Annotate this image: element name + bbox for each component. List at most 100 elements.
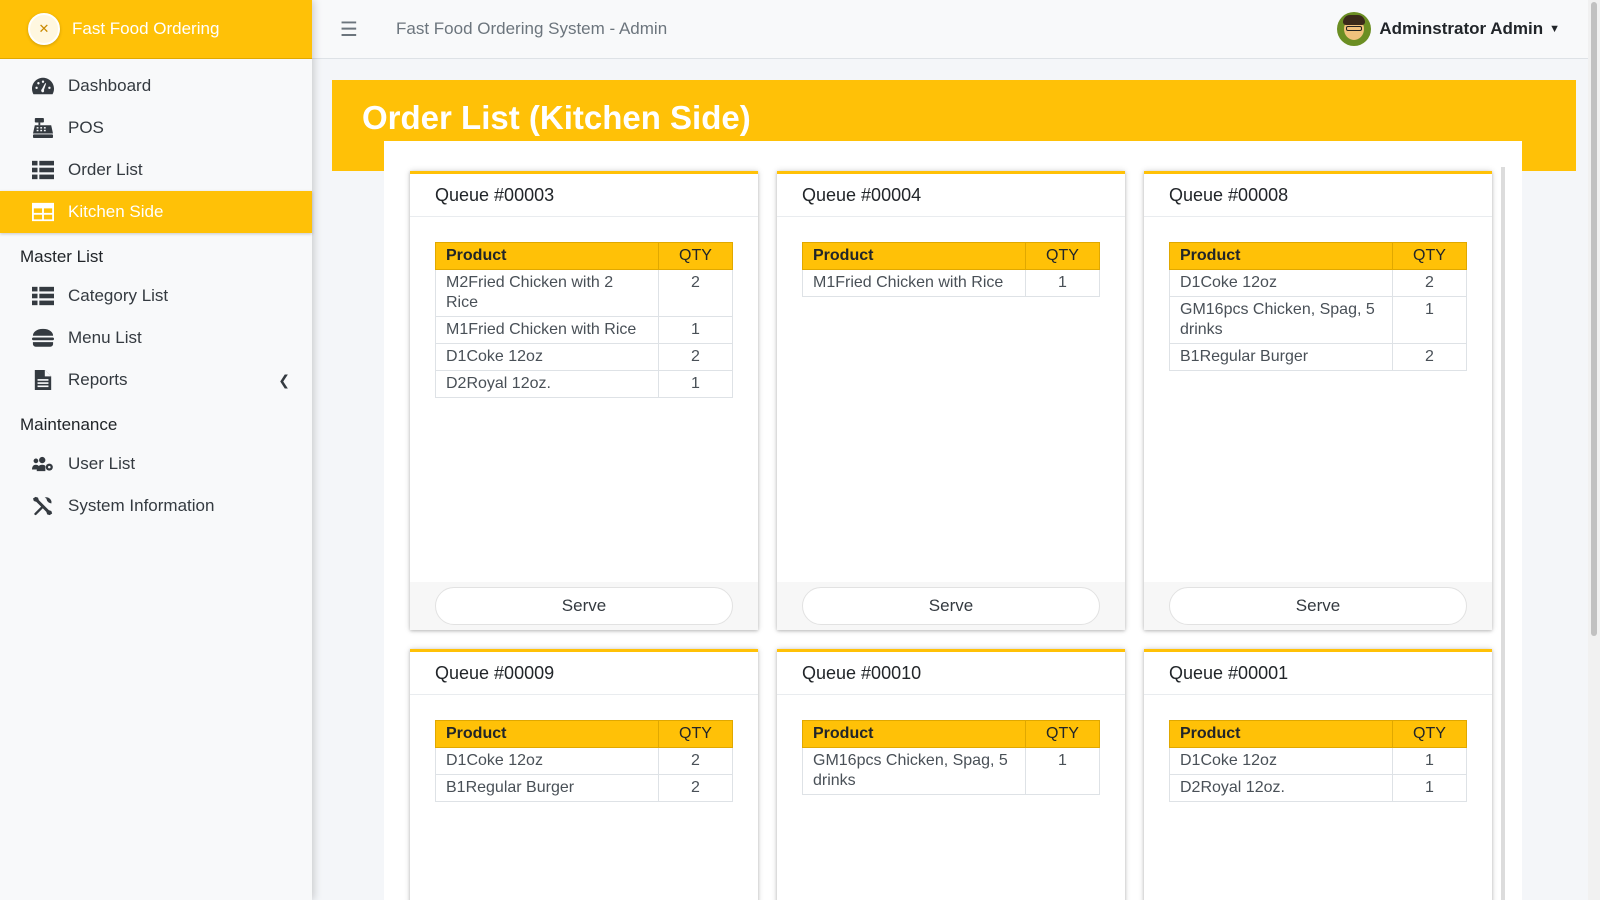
sidebar-item-label: Kitchen Side — [68, 202, 164, 221]
cash-register-icon — [30, 117, 56, 139]
product-cell: D2Royal 12oz. — [435, 370, 659, 398]
table-row: GM16pcs Chicken, Spag, 5 drinks 1 — [802, 747, 1100, 795]
qty-cell: 1 — [1025, 747, 1100, 795]
tools-icon — [30, 495, 56, 517]
serve-button[interactable]: Serve — [1169, 587, 1467, 625]
serve-button[interactable]: Serve — [435, 587, 733, 625]
qty-cell: 1 — [1392, 747, 1467, 775]
queue-number: Queue #00008 — [1144, 174, 1492, 217]
table-icon — [30, 201, 56, 223]
window-scrollbar[interactable] — [1588, 0, 1600, 900]
queue-number: Queue #00004 — [777, 174, 1125, 217]
order-items-table: Product QTY M1Fried Chicken with Rice 1 — [802, 242, 1100, 297]
qty-cell: 1 — [1392, 296, 1467, 344]
sidebar-item-order-list[interactable]: Order List — [0, 149, 312, 191]
nav-header-master-list: Master List — [20, 247, 104, 266]
sidebar-item-label: User List — [68, 454, 136, 473]
brand[interactable]: ✕ Fast Food Ordering — [0, 0, 312, 59]
table-header-row: Product QTY — [802, 242, 1100, 270]
table-row: GM16pcs Chicken, Spag, 5 drinks 1 — [1169, 296, 1467, 344]
sidebar-item-label: System Information — [68, 496, 215, 515]
col-qty: QTY — [1392, 720, 1467, 748]
sidebar-item-label: Category List — [68, 286, 169, 305]
sidebar-item-label: Order List — [68, 160, 143, 179]
table-row: M1Fried Chicken with Rice 1 — [435, 316, 733, 344]
user-name: Adminstrator Admin — [1379, 19, 1544, 38]
topbar: ☰ Fast Food Ordering System - Admin Admi… — [312, 0, 1600, 59]
panel-scrollbar[interactable] — [1501, 167, 1505, 900]
sidebar-item-label: POS — [68, 118, 104, 137]
queue-number: Queue #00001 — [1144, 652, 1492, 695]
table-row: D1Coke 12oz 2 — [435, 343, 733, 371]
queue-number: Queue #00003 — [410, 174, 758, 217]
col-qty: QTY — [658, 242, 733, 270]
product-cell: D1Coke 12oz — [1169, 747, 1393, 775]
topbar-title: Fast Food Ordering System - Admin — [396, 19, 668, 38]
table-row: D1Coke 12oz 2 — [435, 747, 733, 775]
product-cell: D1Coke 12oz — [1169, 269, 1393, 297]
col-product: Product — [1169, 242, 1393, 270]
sidebar-item-dashboard[interactable]: Dashboard — [0, 65, 312, 107]
qty-cell: 2 — [1392, 343, 1467, 371]
table-row: B1Regular Burger 2 — [1169, 343, 1467, 371]
col-product: Product — [1169, 720, 1393, 748]
product-cell: M1Fried Chicken with Rice — [802, 269, 1026, 297]
menu-toggle-icon[interactable]: ☰ — [340, 17, 362, 42]
file-icon — [30, 369, 56, 391]
tachometer-icon — [30, 75, 56, 97]
product-cell: D1Coke 12oz — [435, 343, 659, 371]
sidebar-item-user-list[interactable]: User List — [0, 443, 312, 485]
col-product: Product — [435, 242, 659, 270]
sidebar-item-category-list[interactable]: Category List — [0, 275, 312, 317]
user-menu[interactable]: Adminstrator Admin ▼ — [1337, 12, 1560, 46]
sidebar-item-pos[interactable]: POS — [0, 107, 312, 149]
serve-button[interactable]: Serve — [802, 587, 1100, 625]
product-cell: D1Coke 12oz — [435, 747, 659, 775]
col-product: Product — [802, 242, 1026, 270]
table-header-row: Product QTY — [802, 720, 1100, 748]
order-items-table: Product QTY GM16pcs Chicken, Spag, 5 dri… — [802, 720, 1100, 795]
nav-header-maintenance: Maintenance — [20, 415, 118, 434]
sidebar-nav: Dashboard POS Order List Kitchen Side Ma… — [0, 59, 312, 527]
col-product: Product — [802, 720, 1026, 748]
order-items-table: Product QTY D1Coke 12oz 2 B1Regular Burge… — [435, 720, 733, 802]
sidebar-item-menu-list[interactable]: Menu List — [0, 317, 312, 359]
users-cog-icon — [30, 453, 56, 475]
qty-cell: 1 — [1392, 774, 1467, 802]
qty-cell: 1 — [658, 316, 733, 344]
order-items-table: Product QTY M2Fried Chicken with 2 Rice 2… — [435, 242, 733, 398]
table-row: B1Regular Burger 2 — [435, 774, 733, 802]
sidebar-item-label: Reports — [68, 370, 128, 389]
table-row: D1Coke 12oz 1 — [1169, 747, 1467, 775]
chevron-left-icon[interactable]: ❮ — [278, 372, 290, 389]
qty-cell: 2 — [658, 747, 733, 775]
brand-logo-icon: ✕ — [28, 13, 60, 45]
qty-cell: 2 — [658, 269, 733, 317]
table-header-row: Product QTY — [1169, 242, 1467, 270]
sidebar-item-kitchen-side[interactable]: Kitchen Side — [0, 191, 312, 233]
order-card: Queue #00003 Product QTY M2Fried Chicken… — [410, 171, 758, 630]
sidebar: ✕ Fast Food Ordering Dashboard POS Order… — [0, 0, 312, 900]
table-header-row: Product QTY — [1169, 720, 1467, 748]
qty-cell: 1 — [658, 370, 733, 398]
card-footer: Serve — [410, 582, 758, 630]
sidebar-item-reports[interactable]: Reports ❮ — [0, 359, 312, 401]
table-row: M1Fried Chicken with Rice 1 — [802, 269, 1100, 297]
list-icon — [30, 159, 56, 181]
brand-text: Fast Food Ordering — [72, 19, 220, 38]
hamburger-food-icon — [30, 327, 56, 349]
sidebar-item-system-information[interactable]: System Information — [0, 485, 312, 527]
product-cell: B1Regular Burger — [1169, 343, 1393, 371]
table-row: D1Coke 12oz 2 — [1169, 269, 1467, 297]
table-row: D2Royal 12oz. 1 — [435, 370, 733, 398]
table-header-row: Product QTY — [435, 720, 733, 748]
product-cell: GM16pcs Chicken, Spag, 5 drinks — [802, 747, 1026, 795]
order-card: Queue #00004 Product QTY M1Fried Chicken… — [777, 171, 1125, 630]
qty-cell: 2 — [658, 774, 733, 802]
scrollbar-thumb[interactable] — [1591, 2, 1597, 636]
col-qty: QTY — [1025, 242, 1100, 270]
qty-cell: 2 — [658, 343, 733, 371]
queue-number: Queue #00009 — [410, 652, 758, 695]
order-card: Queue #00010 Product QTY GM16pcs Chicken… — [777, 649, 1125, 900]
order-items-table: Product QTY D1Coke 12oz 1 D2Royal 12oz. 1 — [1169, 720, 1467, 802]
